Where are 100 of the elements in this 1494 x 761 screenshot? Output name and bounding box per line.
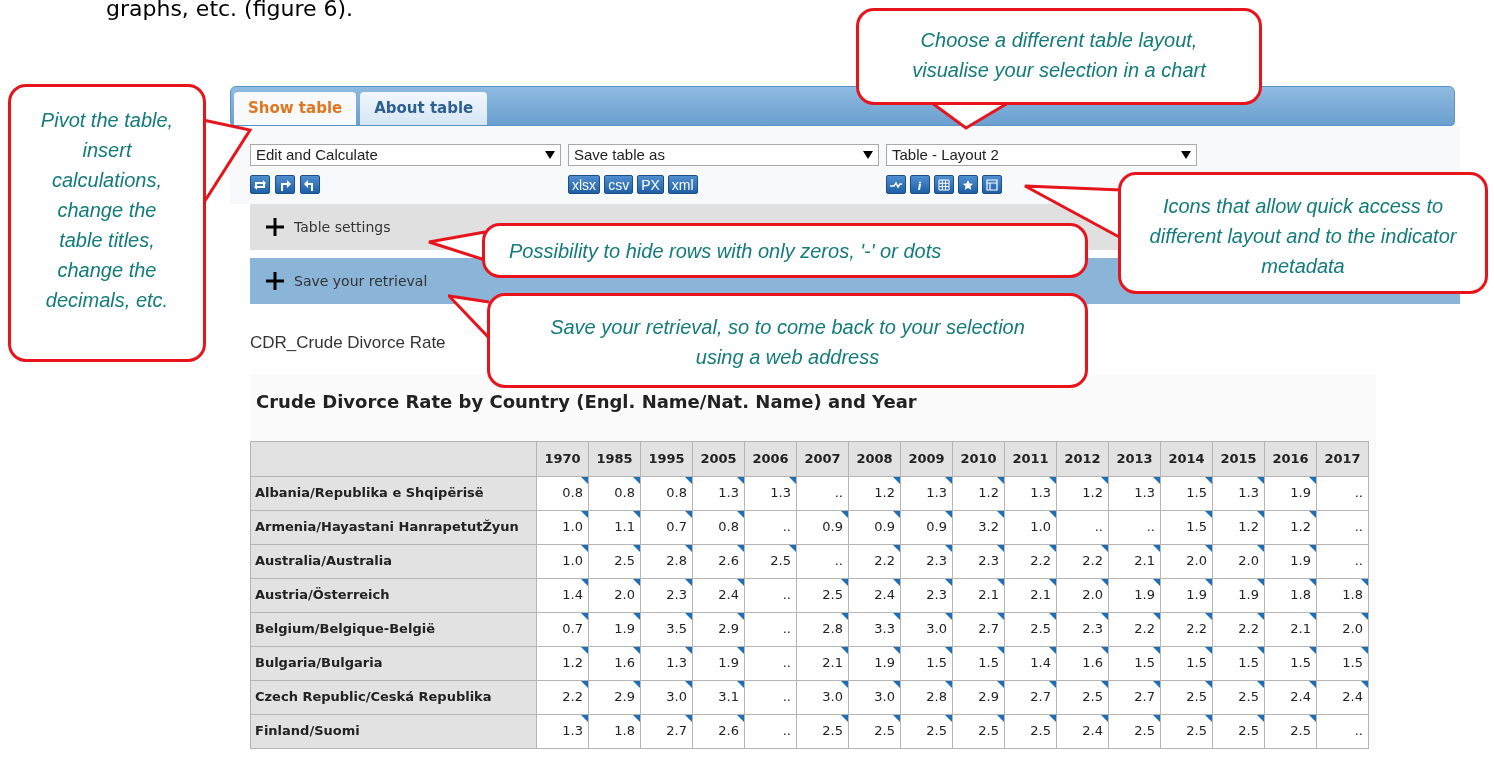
table-cell: 2.3 (1056, 612, 1109, 646)
table-cell: 2.5 (1160, 680, 1213, 714)
tab[interactable]: Show table (234, 92, 357, 125)
swap-icon[interactable] (250, 175, 270, 194)
table-cell: 2.1 (1004, 578, 1057, 612)
table-cell: 0.7 (640, 510, 693, 544)
table-cell: 2.8 (900, 680, 953, 714)
table-cell: 1.0 (1004, 510, 1057, 544)
table-cell: .. (796, 544, 849, 578)
table-cell: 3.1 (692, 680, 745, 714)
table-cell: 2.5 (900, 714, 953, 748)
table-cell: 3.3 (848, 612, 901, 646)
table-cell: 1.4 (536, 578, 589, 612)
export-button[interactable]: csv (604, 175, 634, 194)
table-cell: 2.3 (900, 544, 953, 578)
table-cell: 1.2 (1212, 510, 1265, 544)
table-cell: 2.5 (1108, 714, 1161, 748)
table-cell: 1.9 (1212, 578, 1265, 612)
table-cell: 2.5 (952, 714, 1005, 748)
table-cell: 2.2 (536, 680, 589, 714)
table-title: Crude Divorce Rate by Country (Engl. Name/Nat. Name) and Year (255, 389, 918, 414)
table-cell: 2.0 (1160, 544, 1213, 578)
turn-left-icon[interactable] (300, 175, 320, 194)
table-cell: 1.5 (1212, 646, 1265, 680)
table-cell: .. (1316, 476, 1369, 510)
table-cell: 2.5 (796, 714, 849, 748)
table-cell: 3.0 (900, 612, 953, 646)
column-header: 2010 (952, 441, 1005, 476)
table-cell: 1.5 (1316, 646, 1369, 680)
table-icon[interactable] (982, 175, 1002, 194)
column-header: 2015 (1212, 441, 1265, 476)
turn-right-icon[interactable] (275, 175, 295, 194)
caret-icon (863, 151, 873, 159)
table-cell: 1.9 (588, 612, 641, 646)
dropdown[interactable]: Save table as (568, 144, 879, 166)
grid-icon[interactable] (934, 175, 954, 194)
table-cell: 3.0 (640, 680, 693, 714)
table-cell: 2.5 (744, 544, 797, 578)
table-cell: 1.3 (640, 646, 693, 680)
info-icon[interactable] (910, 175, 930, 194)
table-cell: 2.5 (796, 578, 849, 612)
table-cell: 2.7 (952, 612, 1005, 646)
column-header: 2008 (848, 441, 901, 476)
table-cell: 2.5 (1004, 612, 1057, 646)
table-cell: 2.5 (1264, 714, 1317, 748)
table-cell: 2.5 (1004, 714, 1057, 748)
table-cell: 2.2 (848, 544, 901, 578)
row-header: Czech Republic/Ceská Republika (250, 680, 537, 714)
note-marker (1361, 612, 1368, 620)
table-cell: 2.8 (796, 612, 849, 646)
table-cell: 2.5 (1212, 714, 1265, 748)
tab[interactable]: About table (360, 92, 488, 125)
table-cell: 1.9 (1264, 544, 1317, 578)
table-cell: 2.9 (952, 680, 1005, 714)
column-header: 1970 (536, 441, 589, 476)
table-cell: 2.5 (1056, 680, 1109, 714)
row-header: Belgium/Belgique-België (250, 612, 537, 646)
dropdown[interactable]: Table - Layout 2 (886, 144, 1197, 166)
table-cell: 1.3 (692, 476, 745, 510)
table-cell: 2.1 (1264, 612, 1317, 646)
table-cell: .. (744, 578, 797, 612)
table-cell: 2.2 (1108, 612, 1161, 646)
column-header: 1985 (588, 441, 641, 476)
table-cell: 1.5 (900, 646, 953, 680)
note-marker (1361, 646, 1368, 654)
table-cell: 2.8 (640, 544, 693, 578)
table-cell: 2.3 (952, 544, 1005, 578)
column-header: 2006 (744, 441, 797, 476)
table-cell: .. (1316, 544, 1369, 578)
table-cell: 2.2 (1004, 544, 1057, 578)
table-cell: 2.5 (848, 714, 901, 748)
table-cell: 1.6 (588, 646, 641, 680)
table-cell: 2.0 (1316, 612, 1369, 646)
caret-icon (1181, 151, 1191, 159)
chart-icon[interactable] (886, 175, 906, 194)
table-cell: 1.5 (952, 646, 1005, 680)
column-header: 2013 (1108, 441, 1161, 476)
table-cell: 1.9 (692, 646, 745, 680)
table-cell: .. (796, 476, 849, 510)
table-cell: .. (1316, 714, 1369, 748)
table-cell: 1.2 (848, 476, 901, 510)
dropdown[interactable]: Edit and Calculate (250, 144, 561, 166)
export-button[interactable]: PX (637, 175, 664, 194)
table-cell: 1.2 (1264, 510, 1317, 544)
table-cell: 1.9 (1264, 476, 1317, 510)
table-cell: 1.3 (744, 476, 797, 510)
callout: Pivot the table, insert calculations, change the table titles, change the decimals, etc. (8, 84, 206, 362)
table-cell: 1.9 (1108, 578, 1161, 612)
callout: Icons that allow quick access to different layout and to the indicator metadata (1118, 172, 1488, 294)
table-cell: .. (744, 646, 797, 680)
indicator-name: CDR_Crude Divorce Rate (250, 332, 446, 354)
export-button[interactable]: xlsx (568, 175, 601, 194)
table-cell: 3.2 (952, 510, 1005, 544)
table-cell: 1.5 (1160, 476, 1213, 510)
table-cell: 0.8 (588, 476, 641, 510)
table-cell: 1.3 (900, 476, 953, 510)
column-header: 2016 (1264, 441, 1317, 476)
table-cell: 2.0 (1056, 578, 1109, 612)
table-cell: 2.5 (1212, 680, 1265, 714)
export-button[interactable]: xml (667, 175, 698, 194)
